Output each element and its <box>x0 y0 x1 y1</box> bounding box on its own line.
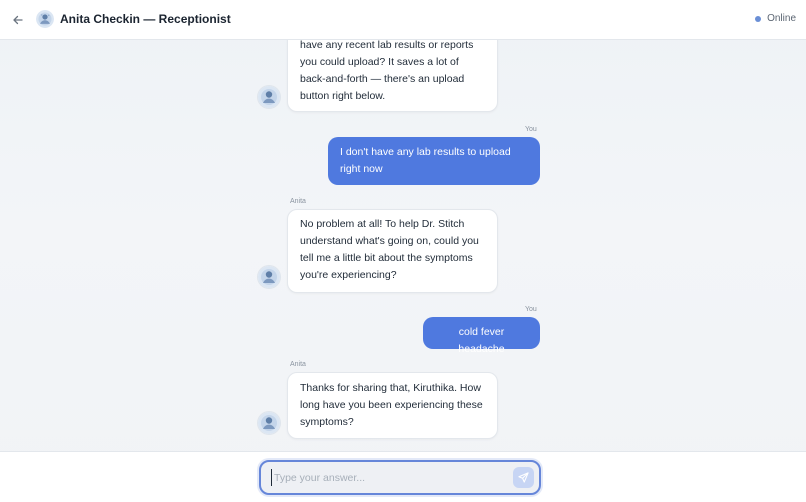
message-line: tell me a little bit about the symptoms <box>300 252 473 264</box>
status-dot-icon <box>755 15 762 22</box>
page-title: Anita Checkin — Receptionist <box>60 12 231 26</box>
message-line: cold fever headache <box>458 326 505 355</box>
composer <box>259 460 541 495</box>
sender-label: Anita <box>290 198 306 205</box>
answer-input[interactable] <box>271 469 507 486</box>
bot-message: No problem at all! To help Dr. Stitch un… <box>287 209 498 293</box>
message-line: I don't have any lab results to upload <box>340 146 511 158</box>
message-line: symptoms? <box>300 416 354 428</box>
arrow-left-icon <box>13 15 23 25</box>
user-message: I don't have any lab results to upload r… <box>328 137 540 185</box>
sender-label: You <box>525 126 537 133</box>
message-line: you're experiencing? <box>300 269 397 281</box>
back-button[interactable] <box>8 10 28 30</box>
message-line: long have you been experiencing these <box>300 399 483 411</box>
chat-header: Anita Checkin — Receptionist Online <box>0 0 806 40</box>
receptionist-avatar-icon <box>36 10 54 28</box>
status-badge: Online <box>755 13 796 24</box>
message-line: No problem at all! To help Dr. Stitch <box>300 218 465 230</box>
message-line: right now <box>340 163 383 175</box>
message-line: back-and-forth — there's an upload <box>300 73 465 85</box>
send-button[interactable] <box>513 467 534 488</box>
send-icon <box>518 472 529 483</box>
bot-message: Thanks for sharing that, Kiruthika. How … <box>287 372 498 439</box>
message-line: button right below. <box>300 90 386 102</box>
message-line: have any recent lab results or reports <box>300 40 474 51</box>
anita-avatar-icon <box>258 86 280 108</box>
anita-avatar-icon <box>258 412 280 434</box>
anita-avatar-icon <box>258 266 280 288</box>
sender-label: You <box>525 306 537 313</box>
sender-label: Anita <box>290 361 306 368</box>
status-label: Online <box>767 13 796 24</box>
message-line: Thanks for sharing that, Kiruthika. How <box>300 382 481 394</box>
message-line: understand what's going on, could you <box>300 235 479 247</box>
user-message: cold fever headache <box>423 317 540 355</box>
message-list[interactable]: have any recent lab results or reports y… <box>0 40 806 451</box>
message-line: you could upload? It saves a lot of <box>300 56 459 68</box>
composer-bar <box>0 451 806 502</box>
bot-message: have any recent lab results or reports y… <box>287 40 498 112</box>
